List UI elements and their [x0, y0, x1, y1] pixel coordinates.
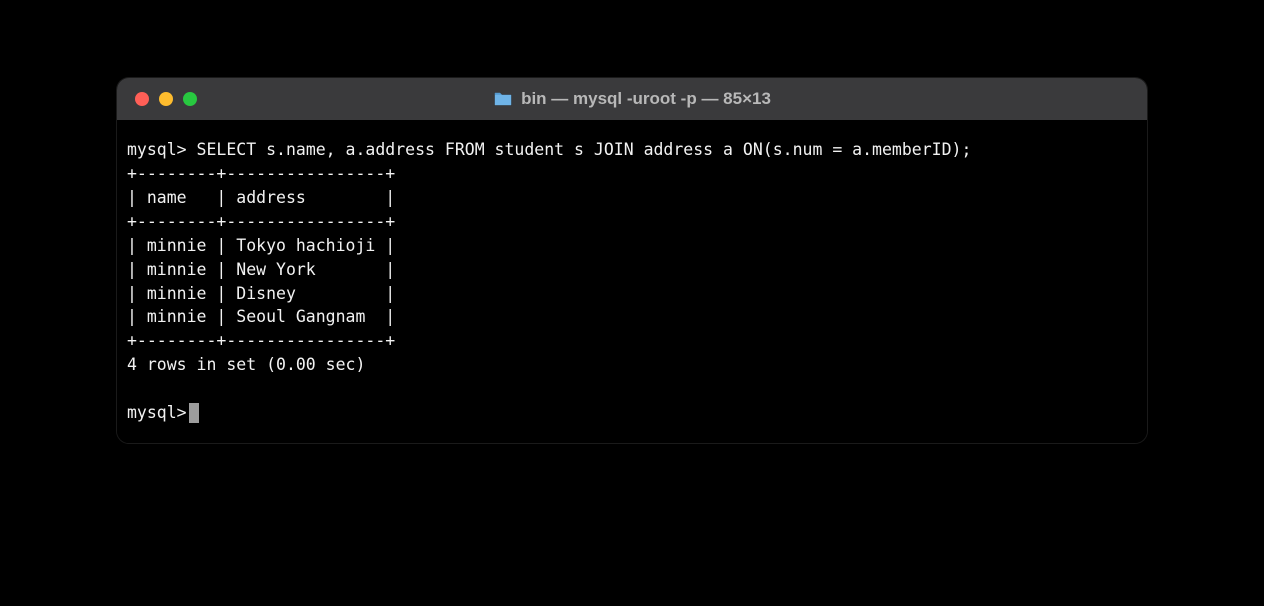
table-border-mid: +--------+----------------+	[127, 210, 1137, 234]
prompt-line: mysql>	[127, 401, 1137, 425]
table-header: | name | address |	[127, 186, 1137, 210]
cursor	[189, 403, 199, 423]
table-row: | minnie | Tokyo hachioji |	[127, 234, 1137, 258]
query-text: SELECT s.name, a.address FROM student s …	[197, 140, 972, 159]
titlebar: bin — mysql -uroot -p — 85×13	[117, 78, 1147, 120]
traffic-lights	[135, 92, 197, 106]
title-container: bin — mysql -uroot -p — 85×13	[117, 89, 1147, 109]
folder-icon	[493, 91, 513, 107]
terminal-content[interactable]: mysql> SELECT s.name, a.address FROM stu…	[117, 120, 1147, 443]
window-title: bin — mysql -uroot -p — 85×13	[521, 89, 771, 109]
maximize-button[interactable]	[183, 92, 197, 106]
table-row: | minnie | Seoul Gangnam |	[127, 305, 1137, 329]
table-row: | minnie | New York |	[127, 258, 1137, 282]
table-border-bottom: +--------+----------------+	[127, 329, 1137, 353]
query-line: mysql> SELECT s.name, a.address FROM stu…	[127, 138, 1137, 162]
result-status: 4 rows in set (0.00 sec)	[127, 353, 1137, 377]
terminal-window: bin — mysql -uroot -p — 85×13 mysql> SEL…	[117, 78, 1147, 443]
prompt: mysql>	[127, 140, 187, 159]
prompt: mysql>	[127, 401, 187, 425]
blank-line	[127, 377, 1137, 401]
table-row: | minnie | Disney |	[127, 282, 1137, 306]
table-border-top: +--------+----------------+	[127, 162, 1137, 186]
close-button[interactable]	[135, 92, 149, 106]
minimize-button[interactable]	[159, 92, 173, 106]
